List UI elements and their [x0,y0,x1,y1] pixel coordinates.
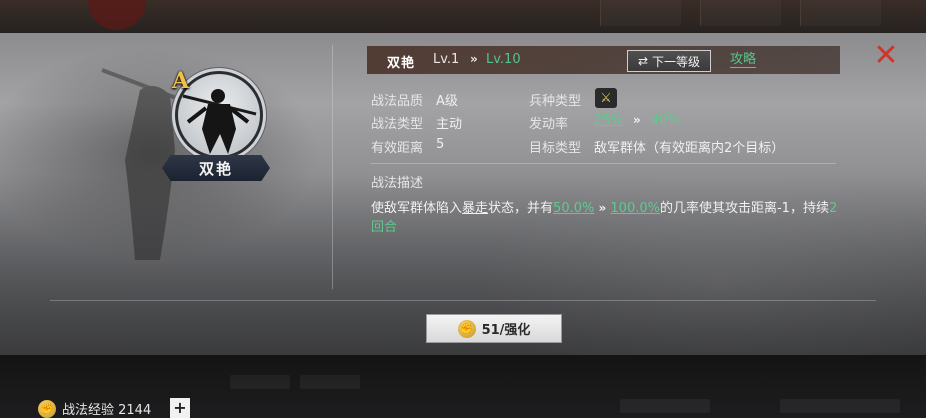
skill-name: 双艳 [198,159,233,178]
background-tab [800,0,881,26]
quality-label: 战法品质 [371,94,424,109]
vertical-divider [332,45,333,289]
next-level: Lv.10 [486,52,521,67]
next-level-button[interactable]: ⇄ 下一等级 [627,50,711,72]
trigger-next: 40% [651,113,680,128]
type-value: 主动 [436,117,463,132]
range-label: 有效距离 [371,141,424,156]
trigger-current: 25% [594,113,623,128]
background-tab [700,0,781,26]
add-exp-button[interactable]: + [170,398,190,418]
skill-exp-icon: ✊ [38,399,56,418]
background-ghost-item [780,399,900,413]
panel-bottom-divider [50,300,876,301]
desc-status-link[interactable]: 暴走 [462,201,488,216]
background-figure [88,0,146,30]
skill-exp-display: ✊ 战法经验 2144 [38,399,151,418]
trigger-label: 发动率 [529,117,569,132]
desc-rate-current: 50.0% [553,201,595,216]
section-divider [370,163,836,164]
guide-link[interactable]: 攻略 [730,52,757,68]
current-level: Lv.1 [433,52,460,67]
quality-value: A级 [436,94,458,109]
strengthen-button-label: 51/强化 [481,323,531,338]
background-ghost-item [300,375,360,389]
next-level-button-label: 下一等级 [652,54,701,69]
background-top-strip [0,0,926,34]
level-arrow-icon: » [470,52,478,66]
target-label: 目标类型 [529,141,582,156]
skill-title-name: 双艳 [387,56,416,71]
troop-type-label: 兵种类型 [529,94,582,109]
type-label: 战法类型 [371,117,424,132]
strengthen-button[interactable]: ✊ 51/强化 [426,314,562,343]
desc-arrow-icon: » [598,201,607,215]
desc-text: 的几率使其攻击距离-1，持续 [659,201,829,216]
trigger-arrow-icon: » [633,113,641,127]
description-title: 战法描述 [371,176,424,191]
skill-exp-coin-icon: ✊ [457,319,476,338]
desc-text: 状态，并有 [488,201,554,216]
ninja-figure-icon [182,89,257,154]
skill-grade-badge: A [172,68,190,94]
background-ghost-item [620,399,710,413]
close-icon[interactable]: ✕ [873,41,899,71]
background-tab [600,0,681,26]
target-value: 敌军群体（有效距离内2个目标） [594,141,785,156]
swap-arrows-icon: ⇄ [637,54,649,68]
background-ghost-item [230,375,290,389]
range-value: 5 [436,137,445,152]
skill-exp-label: 战法经验 2144 [62,403,152,418]
skill-description: 使敌军群体陷入暴走状态，并有50.0% » 100.0%的几率使其攻击距离-1，… [371,199,841,237]
desc-rate-next: 100.0% [610,201,660,216]
desc-text: 使敌军群体陷入 [371,201,463,216]
skill-name-badge: 双艳 [162,155,270,181]
troop-type-icon[interactable]: ⚔ [595,88,617,108]
